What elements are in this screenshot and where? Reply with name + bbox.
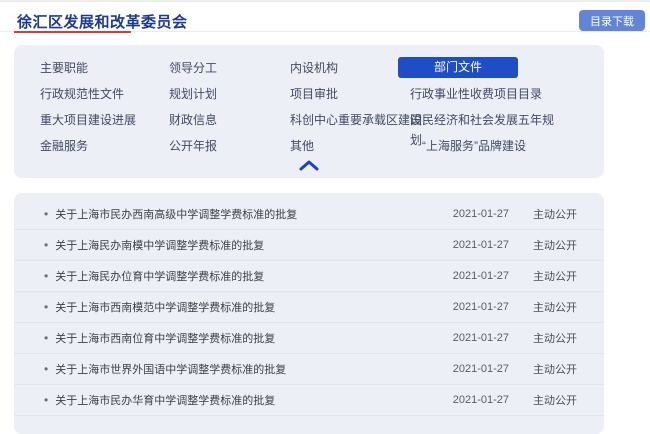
document-date: 2021-01-27 — [453, 363, 509, 375]
document-row: • 关于上海市西南模范中学调整学费标准的批复 2021-01-27 主动公开 — [14, 292, 604, 323]
access-badge: 主动公开 — [533, 268, 577, 284]
menu-item[interactable]: 领导分工 — [169, 55, 290, 81]
document-date: 2021-01-27 — [453, 239, 509, 251]
category-menu-grid: 主要职能领导分工内设机构部门文件行政规范性文件规划计划项目审批行政事业性收费项目… — [14, 45, 604, 159]
site-header: 徐汇区发展和改革委员会 目录下载 — [0, 2, 650, 32]
document-date: 2021-01-27 — [453, 301, 509, 313]
bullet-icon: • — [44, 270, 48, 282]
document-row: • 关于上海市西南位育中学调整学费标准的批复 2021-01-27 主动公开 — [14, 323, 604, 354]
bullet-icon: • — [44, 301, 48, 313]
document-title-link[interactable]: 关于上海市民办西南高级中学调整学费标准的批复 — [55, 206, 437, 222]
document-title-link[interactable]: 关于上海市民办华育中学调整学费标准的批复 — [55, 392, 437, 408]
bullet-icon: • — [44, 332, 48, 344]
access-badge: 主动公开 — [533, 237, 577, 253]
document-title-link[interactable]: 关于上海市世界外国语中学调整学费标准的批复 — [55, 361, 437, 377]
document-title-link[interactable]: 关于上海市西南模范中学调整学费标准的批复 — [55, 299, 437, 315]
access-badge: 主动公开 — [533, 392, 577, 408]
menu-item[interactable]: 财政信息 — [169, 107, 290, 133]
menu-item[interactable]: 国民经济和社会发展五年规划 — [410, 107, 560, 133]
document-date: 2021-01-27 — [453, 208, 509, 220]
chevron-up-icon — [299, 159, 319, 174]
document-row: • 关于上海市世界外国语中学调整学费标准的批复 2021-01-27 主动公开 — [14, 354, 604, 385]
title-underline — [14, 31, 131, 33]
menu-item[interactable]: 公开年报 — [169, 133, 290, 159]
bullet-icon: • — [44, 394, 48, 406]
bullet-icon: • — [44, 208, 48, 220]
menu-item[interactable]: 规划计划 — [169, 81, 290, 107]
document-row: • 关于上海市民办西南高级中学调整学费标准的批复 2021-01-27 主动公开 — [14, 199, 604, 230]
document-row: • 关于上海民办位育中学调整学费标准的批复 2021-01-27 主动公开 — [14, 261, 604, 292]
document-row: • 关于上海市民办华育中学调整学费标准的批复 2021-01-27 主动公开 — [14, 385, 604, 416]
document-date: 2021-01-27 — [453, 270, 509, 282]
menu-item[interactable]: 行政规范性文件 — [40, 81, 169, 107]
document-row: • 关于上海民办南模中学调整学费标准的批复 2021-01-27 主动公开 — [14, 230, 604, 261]
menu-item[interactable]: 科创中心重要承载区建设 — [290, 107, 410, 133]
bullet-icon: • — [44, 239, 48, 251]
document-list: • 关于上海市民办西南高级中学调整学费标准的批复 2021-01-27 主动公开… — [14, 193, 604, 434]
menu-item[interactable]: 主要职能 — [40, 55, 169, 81]
document-title-link[interactable]: 关于上海民办位育中学调整学费标准的批复 — [55, 268, 437, 284]
category-menu-panel: 主要职能领导分工内设机构部门文件行政规范性文件规划计划项目审批行政事业性收费项目… — [14, 45, 604, 178]
menu-item-active[interactable]: 部门文件 — [398, 57, 518, 78]
access-badge: 主动公开 — [533, 206, 577, 222]
menu-item[interactable]: 金融服务 — [40, 133, 169, 159]
download-button[interactable]: 目录下载 — [579, 10, 645, 31]
menu-item[interactable]: 其他 — [290, 133, 410, 159]
document-date: 2021-01-27 — [453, 394, 509, 406]
menu-item[interactable]: 行政事业性收费项目目录 — [410, 81, 594, 107]
menu-item[interactable]: 项目审批 — [290, 81, 410, 107]
access-badge: 主动公开 — [533, 361, 577, 377]
collapse-menu-button[interactable] — [293, 158, 325, 173]
access-badge: 主动公开 — [533, 330, 577, 346]
bullet-icon: • — [44, 363, 48, 375]
document-title-link[interactable]: 关于上海市西南位育中学调整学费标准的批复 — [55, 330, 437, 346]
menu-item[interactable]: “上海服务”品牌建设 — [410, 133, 594, 159]
document-title-link[interactable]: 关于上海民办南模中学调整学费标准的批复 — [55, 237, 437, 253]
page-title: 徐汇区发展和改革委员会 — [17, 11, 188, 32]
menu-item[interactable]: 内设机构 — [290, 55, 410, 81]
menu-item[interactable]: 重大项目建设进展 — [40, 107, 169, 133]
access-badge: 主动公开 — [533, 299, 577, 315]
document-date: 2021-01-27 — [453, 332, 509, 344]
